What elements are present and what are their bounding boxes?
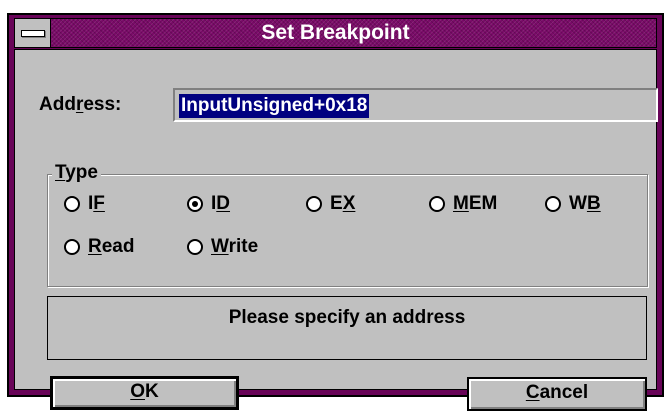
- address-value: InputUnsigned+0x18: [179, 94, 370, 118]
- radio-wb[interactable]: WB: [545, 193, 601, 215]
- cancel-button[interactable]: Cancel: [467, 377, 647, 411]
- radio-id-label: ID: [211, 193, 231, 214]
- radio-mem-label: MEM: [453, 193, 498, 214]
- radio-write-label: Write: [211, 236, 259, 257]
- title-bar[interactable]: Set Breakpoint: [14, 18, 657, 48]
- address-label: Address:: [39, 94, 122, 115]
- radio-write-circle[interactable]: [187, 239, 203, 255]
- radio-if[interactable]: IF: [64, 193, 105, 215]
- set-breakpoint-dialog: Set Breakpoint Address: InputUnsigned+0x…: [7, 13, 664, 411]
- dialog-body: Address: InputUnsigned+0x18 Type IF ID E…: [14, 49, 658, 411]
- radio-id-circle[interactable]: [187, 196, 203, 212]
- type-group-title: Type: [52, 162, 101, 184]
- radio-if-label: IF: [88, 193, 105, 214]
- radio-wb-label: WB: [569, 193, 601, 214]
- radio-mem[interactable]: MEM: [429, 193, 497, 215]
- radio-read-label: Read: [88, 236, 135, 257]
- status-box: Please specify an address: [47, 296, 647, 360]
- radio-ex-circle[interactable]: [306, 196, 322, 212]
- radio-ex[interactable]: EX: [306, 193, 355, 215]
- radio-read-circle[interactable]: [64, 239, 80, 255]
- radio-wb-circle[interactable]: [545, 196, 561, 212]
- window-title: Set Breakpoint: [261, 21, 410, 44]
- radio-if-circle[interactable]: [64, 196, 80, 212]
- ok-button[interactable]: OK: [50, 376, 239, 410]
- radio-write[interactable]: Write: [187, 236, 258, 258]
- status-message: Please specify an address: [228, 307, 466, 328]
- radio-ex-label: EX: [330, 193, 356, 214]
- radio-read[interactable]: Read: [64, 236, 134, 258]
- address-input[interactable]: InputUnsigned+0x18: [173, 88, 658, 122]
- radio-id[interactable]: ID: [187, 193, 230, 215]
- radio-mem-circle[interactable]: [429, 196, 445, 212]
- type-groupbox: [47, 174, 648, 287]
